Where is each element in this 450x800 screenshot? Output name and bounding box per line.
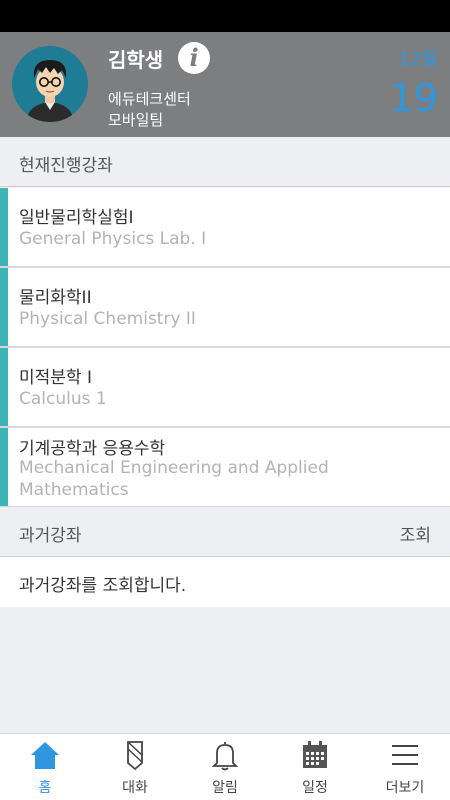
course-indicator [0,268,8,346]
tab-label: 알림 [212,780,238,796]
user-name: 김학생 [108,48,164,72]
current-courses-header: 현재진행강좌 [0,137,450,187]
tab-schedule[interactable]: 일정 [270,734,360,800]
date-day: 19 [389,76,438,120]
section-title: 현재진행강좌 [19,156,113,176]
lookup-button[interactable]: 조회 [400,521,431,546]
course-indicator [0,428,8,506]
tab-label: 홈 [38,780,52,796]
date-month: 12월 [398,49,438,70]
past-courses-row[interactable]: 과거강좌를 조회합니다. [0,557,450,607]
bell-icon [211,742,239,771]
course-item[interactable]: 물리화학II Physical Chemistry II [0,268,450,348]
course-item[interactable]: 일반물리학실험I General Physics Lab. I [0,188,450,268]
tab-alerts[interactable]: 알림 [180,734,270,800]
course-item[interactable]: 미적분학 I Calculus 1 [0,348,450,428]
calendar-icon [303,741,327,768]
section-title: 과거강좌 [19,526,82,546]
course-title-kor: 기계공학과 응용수학 [19,439,166,459]
home-icon [31,742,59,769]
past-courses-text: 과거강좌를 조회합니다. [19,576,187,596]
tab-home[interactable]: 홈 [0,734,90,800]
tab-label: 대화 [122,780,148,796]
course-title-eng: General Physics Lab. I [19,229,207,249]
tab-label: 더보기 [385,780,425,796]
bottom-tab-bar: 홈 대화 알림 일정 더보기 [0,733,450,800]
chat-icon [127,741,143,771]
info-icon[interactable]: i [178,42,210,74]
org-line-1: 에듀테크센터 [108,90,191,108]
tab-chat[interactable]: 대화 [90,734,180,800]
course-title-kor: 물리화학II [19,288,92,308]
menu-icon [392,745,418,765]
course-indicator [0,348,8,426]
avatar-illustration [12,46,88,122]
course-item[interactable]: 기계공학과 응용수학 Mechanical Engineering and Ap… [0,428,450,508]
status-bar [0,0,450,32]
course-title-kor: 미적분학 I [19,368,92,388]
course-indicator [0,188,8,266]
profile-header: 김학생 i 에듀테크센터 모바일팀 12월 19 [0,32,450,137]
course-title-eng: Calculus 1 [19,389,107,409]
course-title-eng: Mechanical Engineering and Applied Mathe… [19,458,329,500]
org-line-2: 모바일팀 [108,111,164,129]
tab-label: 일정 [302,780,328,796]
avatar[interactable] [12,46,88,122]
course-title-eng: Physical Chemistry II [19,309,196,329]
past-courses-header: 과거강좌 조회 [0,507,450,557]
tab-more[interactable]: 더보기 [360,734,450,800]
course-title-kor: 일반물리학실험I [19,208,134,228]
